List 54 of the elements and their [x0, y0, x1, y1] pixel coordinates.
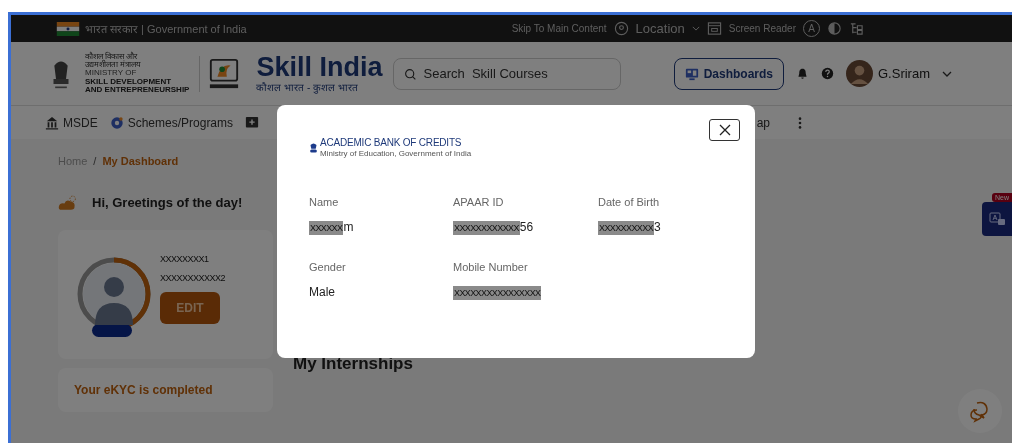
translate-button[interactable] — [982, 202, 1012, 236]
profile-detail: XXXXXXXX1 — [160, 253, 210, 264]
field-label: Mobile Number — [453, 261, 529, 273]
caret-icon[interactable] — [942, 70, 952, 77]
screen-reader-link[interactable]: Screen Reader — [728, 23, 796, 34]
user-avatar-icon[interactable] — [846, 60, 873, 87]
brand-title: Skill India — [256, 54, 383, 81]
field-label: APAAR ID — [453, 196, 505, 208]
bell-icon[interactable] — [796, 67, 809, 80]
profile-detail: XXXXXXXXXXX2 — [160, 272, 226, 283]
field-label: Name — [309, 196, 340, 208]
user-menu[interactable]: G.Sriram — [878, 66, 930, 81]
scheme-icon — [109, 115, 124, 130]
nav-link[interactable]: MSDE — [63, 115, 98, 130]
dashboards-button[interactable]: Dashboards — [673, 57, 784, 90]
logo-title: ACADEMIC BANK OF CREDITS — [320, 137, 463, 148]
plus-icon[interactable] — [245, 115, 260, 130]
skill-india-logo-icon — [208, 57, 241, 90]
close-icon — [718, 124, 731, 136]
field-value: XXXXXXXXXXXXXXXX — [453, 285, 543, 300]
skip-link[interactable]: Skip To Main Content — [511, 23, 607, 34]
location-pin-icon[interactable] — [613, 21, 629, 36]
breadcrumb-separator: / — [93, 155, 97, 167]
greeting-text: Hi, Greetings of the day! — [92, 195, 243, 210]
search-icon — [403, 67, 417, 81]
help-icon[interactable] — [821, 67, 834, 80]
building-icon — [45, 115, 59, 130]
breadcrumb-link[interactable]: My Dashboard — [102, 155, 179, 167]
flag-icon — [56, 21, 80, 36]
sitemap-icon[interactable] — [849, 21, 864, 36]
translate-icon — [989, 212, 1005, 226]
more-icon[interactable] — [798, 115, 802, 130]
close-button[interactable] — [709, 119, 740, 141]
edit-button[interactable]: EDIT — [160, 291, 220, 324]
dashboard-icon — [684, 66, 699, 81]
screen-reader-icon[interactable] — [706, 21, 722, 36]
contrast-icon[interactable] — [827, 21, 842, 36]
brand-tagline: कौशल भारत - कुशल भारत — [256, 83, 359, 93]
ekyc-status: Your eKYC is completed — [74, 383, 213, 397]
search-field[interactable]: Search Skill Courses — [392, 57, 621, 90]
government-label: भारत सरकार | Government of India — [85, 22, 247, 36]
field-value: XXXXXXXXXX3 — [598, 220, 662, 235]
logo-subtitle: Ministry of Education, Government of India — [320, 149, 472, 158]
nav-link[interactable]: ap — [756, 115, 770, 130]
avatar-placeholder-icon — [83, 262, 145, 325]
field-value: Male — [309, 285, 336, 299]
field-label: Gender — [309, 261, 347, 273]
nav-link[interactable]: Schemes/Programs — [127, 115, 234, 130]
location-dropdown[interactable]: Location — [635, 21, 685, 36]
caret-icon[interactable] — [691, 26, 700, 31]
field-value: XXXXXXXXXXXX56 — [453, 220, 535, 235]
field-label: Date of Birth — [598, 196, 661, 208]
field-value: XXXXXXm — [309, 220, 355, 235]
ministry-name: कौशल विकास और उद्यमशीलता मंत्रालय MINISTRY OF SKILL DEVELOPMENT AND ENTREPRENEURSHIP — [85, 52, 190, 95]
